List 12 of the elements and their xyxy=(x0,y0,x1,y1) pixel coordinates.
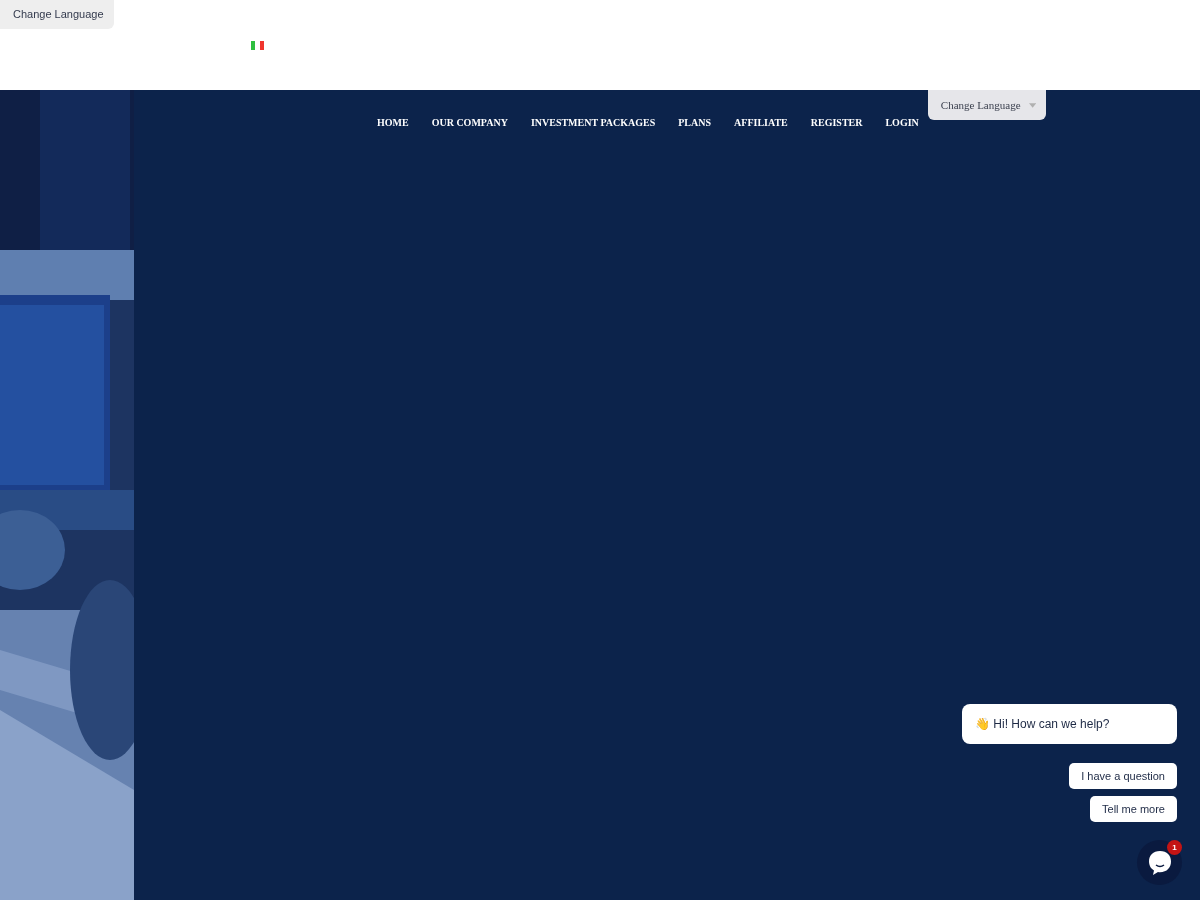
quick-reply-button[interactable]: I have a question xyxy=(1069,763,1177,789)
nav-link[interactable]: AFFILIATE xyxy=(734,115,788,130)
language-select[interactable]: Change Language xyxy=(0,0,114,29)
nav-link[interactable]: PLANS xyxy=(678,115,712,130)
language-select[interactable]: Change Language xyxy=(927,90,1046,120)
chat-greeting: 👋 Hi! How can we help? xyxy=(962,704,1177,744)
nav-link[interactable]: REGISTER xyxy=(810,115,863,130)
quick-reply-button[interactable]: Tell me more xyxy=(1090,796,1177,822)
nav-link[interactable]: INVESTMENT PACKAGES xyxy=(530,115,656,130)
nav-link[interactable]: OUR COMPANY xyxy=(431,115,508,130)
nav-link[interactable]: LOGIN xyxy=(885,115,919,130)
nav-link[interactable]: HOME xyxy=(377,115,409,130)
